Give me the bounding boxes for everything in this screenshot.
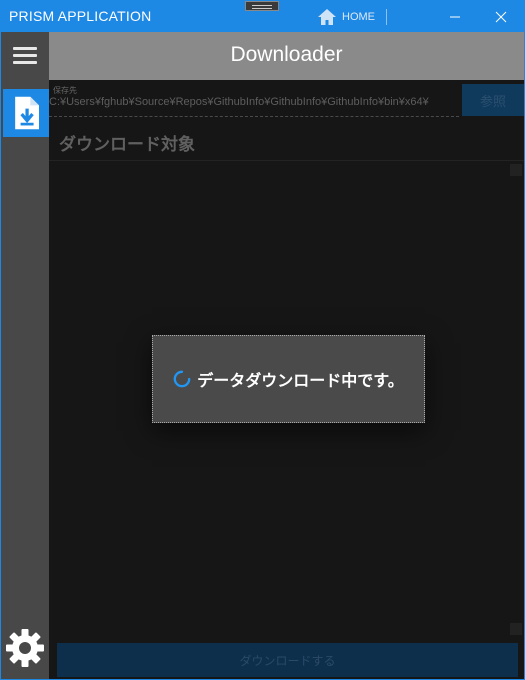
close-icon [495,11,507,22]
home-icon [318,9,336,25]
minimize-button[interactable] [432,1,478,32]
drag-grip-icon[interactable] [245,1,279,11]
home-label: HOME [342,11,375,23]
app-window: PRISM APPLICATION HOME Downloader 保存先 C:… [0,0,525,680]
save-path-field[interactable]: C:¥Users¥fghub¥Source¥Repos¥GithubInfo¥G… [49,96,459,117]
browse-button[interactable]: 参照 [462,84,524,116]
home-button[interactable]: HOME [317,7,375,27]
save-location-label: 保存先 [53,86,77,95]
section-title: ダウンロード対象 [59,135,195,155]
loading-message: データダウンロード中です。 [197,371,404,390]
app-title: PRISM APPLICATION [9,8,152,24]
hamburger-menu-icon[interactable] [13,46,37,66]
loading-dialog: データダウンロード中です。 [152,335,425,423]
close-button[interactable] [478,1,524,32]
loading-spinner-icon [173,370,191,388]
sidebar [1,32,49,679]
download-file-icon [15,96,39,130]
gear-icon[interactable] [5,628,45,668]
divider [49,160,524,161]
sidebar-item-downloader[interactable] [3,89,49,137]
title-bar[interactable]: PRISM APPLICATION HOME [1,1,524,32]
download-button[interactable]: ダウンロードする [57,643,518,677]
minimize-icon [450,16,460,17]
page-header: Downloader [49,32,524,80]
scroll-up-button[interactable] [510,164,522,176]
scroll-down-button[interactable] [510,623,522,635]
minimize-area [386,1,432,32]
page-title: Downloader [230,43,343,66]
